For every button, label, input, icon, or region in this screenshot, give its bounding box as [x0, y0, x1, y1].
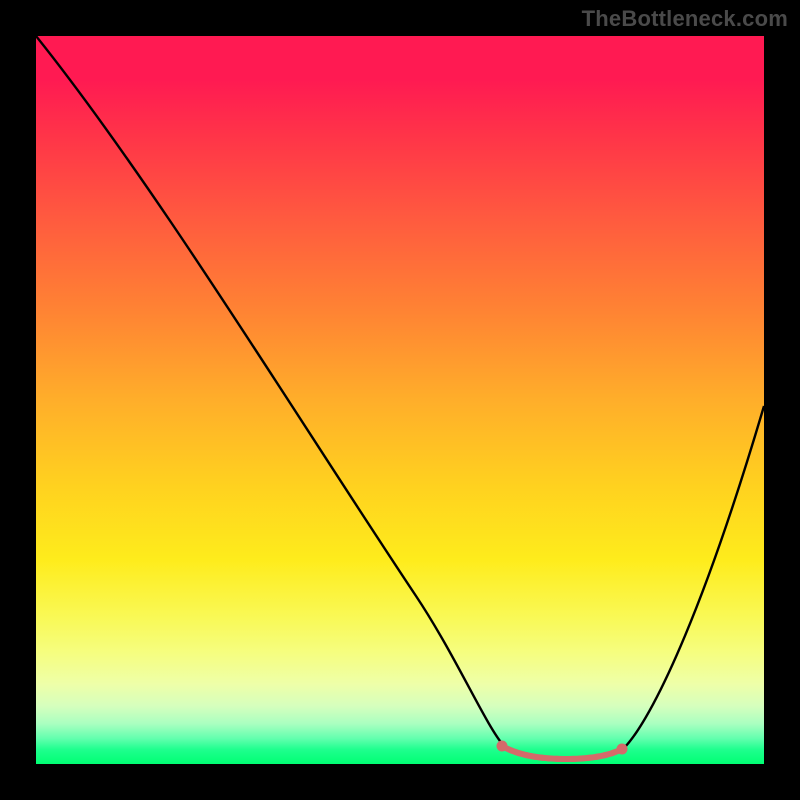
curve-layer	[36, 36, 764, 764]
watermark-text: TheBottleneck.com	[582, 6, 788, 32]
flat-segment-dashes	[502, 746, 622, 759]
bottleneck-curve	[36, 36, 764, 760]
plot-area	[36, 36, 764, 764]
flat-left-dot	[497, 741, 508, 752]
flat-right-dot	[617, 744, 628, 755]
chart-frame: TheBottleneck.com	[0, 0, 800, 800]
